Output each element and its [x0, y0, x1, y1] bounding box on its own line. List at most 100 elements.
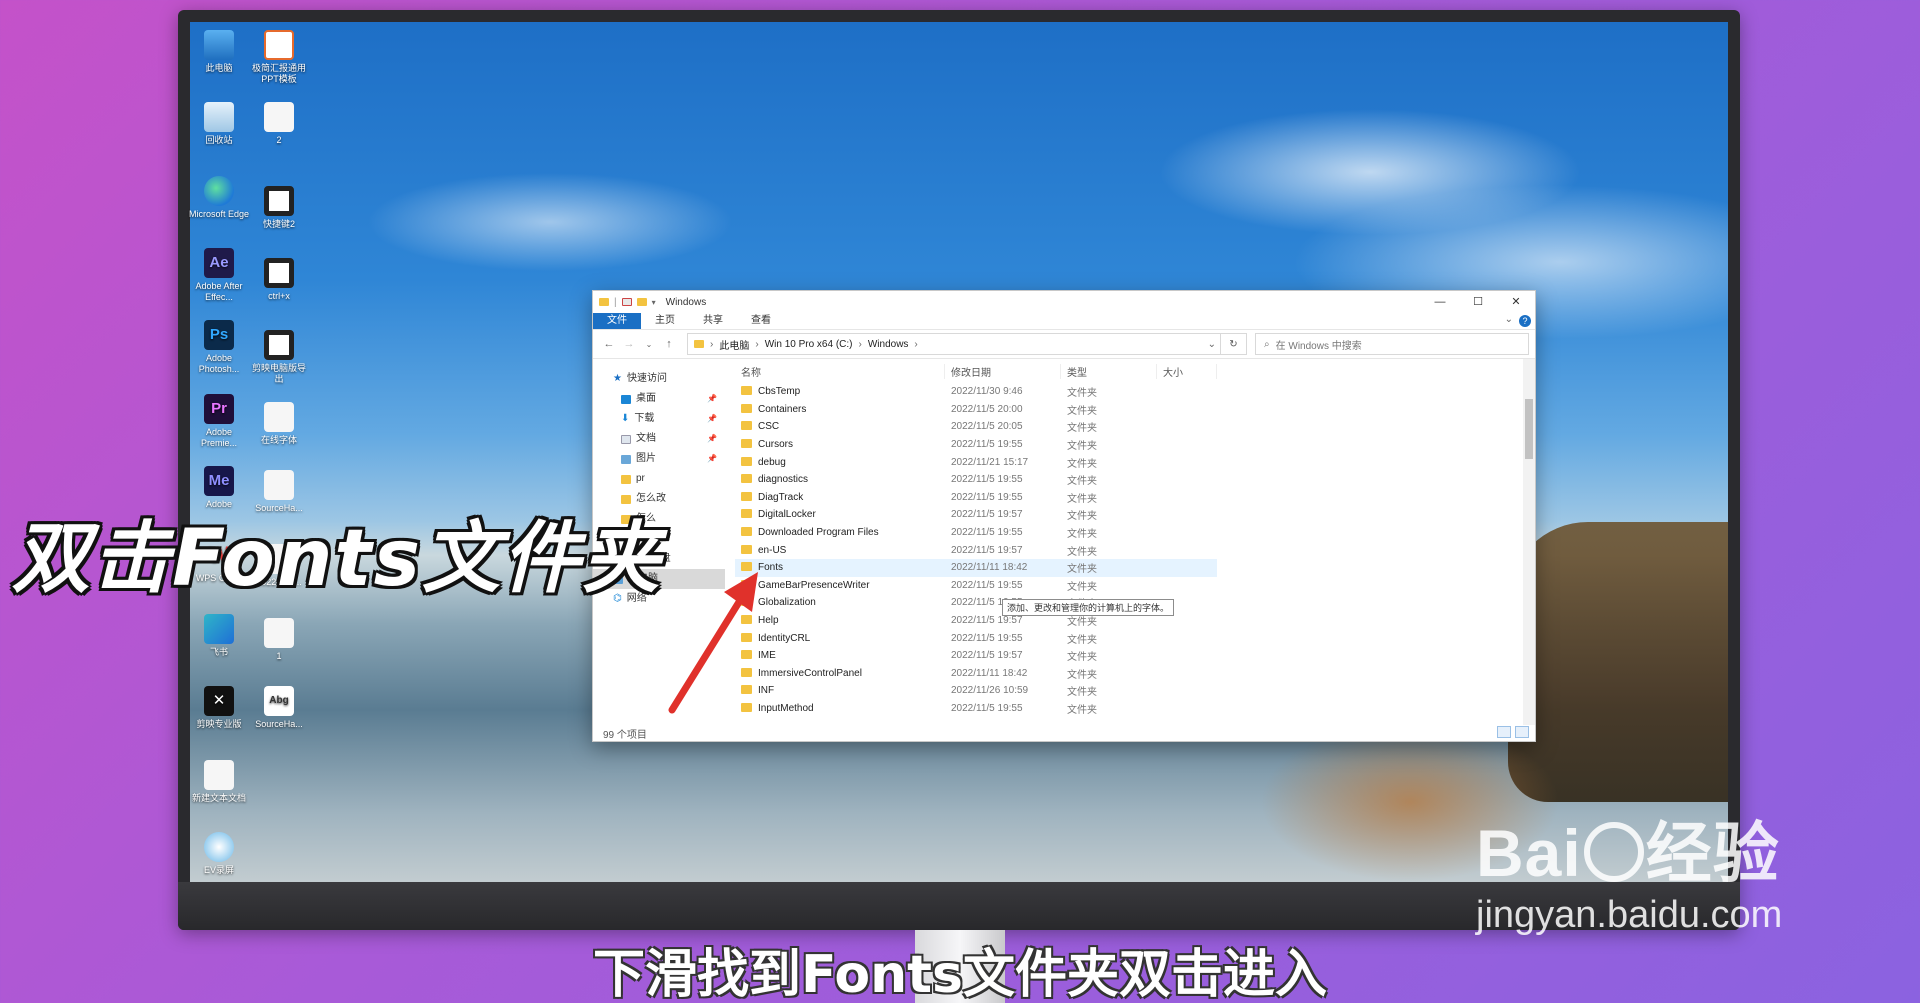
file-row[interactable]: Containers 2022/11/5 20:00 文件夹 [735, 401, 1217, 419]
file-row[interactable]: debug 2022/11/21 15:17 文件夹 [735, 453, 1217, 471]
column-date[interactable]: 修改日期 [945, 363, 1061, 379]
folder-icon [741, 439, 752, 449]
image-file-icon [264, 102, 294, 132]
forward-button[interactable]: → [619, 338, 639, 350]
file-row[interactable]: CbsTemp 2022/11/30 9:46 文件夹 [735, 383, 1217, 401]
fonts-tooltip: 添加、更改和管理你的计算机上的字体。 [1002, 599, 1175, 616]
media-encoder-icon: Me [204, 466, 234, 496]
file-row[interactable]: ImmersiveControlPanel 2022/11/11 18:42 文件夹 [735, 665, 1217, 683]
tab-file[interactable]: 文件 [593, 313, 641, 329]
file-row[interactable]: DiagTrack 2022/11/5 19:55 文件夹 [735, 489, 1217, 507]
file-row[interactable]: DigitalLocker 2022/11/5 19:57 文件夹 [735, 506, 1217, 524]
nav-pictures[interactable]: 图片 📌 [593, 449, 725, 469]
large-icons-view-icon[interactable] [1515, 726, 1529, 738]
nav-downloads[interactable]: ⬇ 下载 📌 [593, 409, 725, 429]
file-row[interactable]: InputMethod 2022/11/5 19:55 文件夹 [735, 700, 1217, 718]
desktop-icon-1[interactable]: 1 [248, 618, 310, 662]
paw-icon [1583, 822, 1644, 882]
folder-icon [741, 403, 752, 413]
video-file-icon [264, 186, 294, 216]
nav-pr[interactable]: pr [593, 469, 725, 489]
vertical-scrollbar[interactable] [1523, 359, 1535, 725]
folder-icon [741, 456, 752, 466]
column-size[interactable]: 大小 [1157, 363, 1217, 379]
back-button[interactable]: ← [599, 338, 619, 350]
desktop-icon-ppt-template[interactable]: 极简汇报通用PPT模板 [248, 30, 310, 85]
breadcrumb-this-pc[interactable]: 此电脑 [719, 337, 749, 352]
column-name[interactable]: 名称 [735, 363, 945, 379]
chevron-right-icon: › [858, 338, 862, 350]
ppt-file-icon [264, 30, 294, 60]
close-button[interactable]: ✕ [1497, 291, 1535, 313]
scrollbar-thumb[interactable] [1525, 399, 1533, 459]
recent-locations-icon[interactable]: ⌄ [639, 340, 659, 349]
breadcrumb-drive[interactable]: Win 10 Pro x64 (C:) [765, 339, 853, 350]
tab-share[interactable]: 共享 [689, 313, 737, 329]
nav-desktop[interactable]: 桌面 📌 [593, 389, 725, 409]
separator: | [614, 296, 617, 308]
download-icon: ⬇ [621, 413, 630, 424]
expand-ribbon-icon[interactable]: ⌄ [1505, 314, 1513, 325]
desktop-icon-after-effects[interactable]: Ae Adobe After Effec... [188, 248, 250, 303]
nav-quick-access[interactable]: ★ 快速访问 [593, 369, 725, 389]
desktop-icon-capcut-export[interactable]: 剪映电脑版导出 [248, 330, 310, 385]
desktop-icon-edge[interactable]: Microsoft Edge [188, 176, 250, 220]
capcut-icon: ✕ [204, 686, 234, 716]
view-buttons [1497, 726, 1529, 738]
customize-dropdown-icon[interactable]: ▾ [652, 298, 656, 307]
document-icon [621, 434, 631, 444]
help-icon[interactable]: ? [1519, 315, 1531, 327]
desktop-icon-shortcut2[interactable]: 快捷键2 [248, 186, 310, 230]
file-row[interactable]: diagnostics 2022/11/5 19:55 文件夹 [735, 471, 1217, 489]
nav-documents[interactable]: 文档 📌 [593, 429, 725, 449]
tab-home[interactable]: 主页 [641, 313, 689, 329]
file-row[interactable]: IME 2022/11/5 19:57 文件夹 [735, 647, 1217, 665]
file-row[interactable]: Downloaded Program Files 2022/11/5 19:55 文… [735, 524, 1217, 542]
details-view-icon[interactable] [1497, 726, 1511, 738]
desktop-icon-2[interactable]: 2 [248, 102, 310, 146]
search-box[interactable]: ⌕ 在 Windows 中搜索 [1255, 333, 1529, 355]
folder-icon [741, 386, 752, 396]
file-row[interactable]: IdentityCRL 2022/11/5 19:55 文件夹 [735, 629, 1217, 647]
desktop-icon-recycle-bin[interactable]: 回收站 [188, 102, 250, 146]
window-controls: — ☐ ✕ [1421, 291, 1535, 313]
desktop-icon-new-text[interactable]: 新建文本文档 [188, 760, 250, 804]
desktop-icon-sourcehan-2[interactable]: Abg SourceHa... [248, 686, 310, 730]
desktop-icon-capcut[interactable]: ✕ 剪映专业版 [188, 686, 250, 730]
breadcrumb-windows[interactable]: Windows [868, 339, 909, 350]
file-row[interactable]: INF 2022/11/26 10:59 文件夹 [735, 682, 1217, 700]
chevron-down-icon[interactable]: ⌄ [1208, 339, 1216, 350]
folder-icon [741, 527, 752, 537]
search-placeholder: 在 Windows 中搜索 [1275, 340, 1362, 352]
file-row[interactable]: en-US 2022/11/5 19:57 文件夹 [735, 541, 1217, 559]
file-row[interactable]: GameBarPresenceWriter 2022/11/5 19:55 文件夹 [735, 577, 1217, 595]
video-file-icon [264, 258, 294, 288]
image-file-icon [264, 618, 294, 648]
desktop-icon-photoshop[interactable]: Ps Adobe Photosh... [188, 320, 250, 375]
maximize-button[interactable]: ☐ [1459, 291, 1497, 313]
file-row-fonts[interactable]: Fonts 2022/11/11 18:42 文件夹 [735, 558, 1217, 577]
desktop-icon-this-pc[interactable]: 此电脑 [188, 30, 250, 74]
desktop-icon-ctrlx[interactable]: ctrl+x [248, 258, 310, 302]
tutorial-caption: 双击Fonts文件夹 [12, 514, 663, 604]
refresh-button[interactable]: ↻ [1221, 333, 1247, 355]
new-folder-icon[interactable] [636, 298, 647, 306]
address-bar[interactable]: › 此电脑 › Win 10 Pro x64 (C:) › Windows › … [687, 333, 1221, 355]
file-icon [264, 402, 294, 432]
file-row[interactable]: Cursors 2022/11/5 19:55 文件夹 [735, 436, 1217, 454]
properties-icon[interactable] [621, 298, 632, 306]
column-type[interactable]: 类型 [1061, 363, 1157, 379]
minimize-button[interactable]: — [1421, 291, 1459, 313]
after-effects-icon: Ae [204, 248, 234, 278]
folder-icon [741, 491, 752, 501]
star-icon: ★ [613, 373, 622, 384]
file-row[interactable]: CSC 2022/11/5 20:05 文件夹 [735, 418, 1217, 436]
text-file-icon [204, 760, 234, 790]
pin-icon: 📌 [707, 434, 717, 443]
desktop-icon-ev-recorder[interactable]: EV录屏 [188, 832, 250, 876]
tab-view[interactable]: 查看 [737, 313, 785, 329]
desktop-icon-feishu[interactable]: 飞书 [188, 614, 250, 658]
up-button[interactable]: ↑ [659, 338, 679, 350]
desktop-icon-online-font[interactable]: 在线字体 [248, 402, 310, 446]
desktop-icon-premiere[interactable]: Pr Adobe Premie... [188, 394, 250, 449]
